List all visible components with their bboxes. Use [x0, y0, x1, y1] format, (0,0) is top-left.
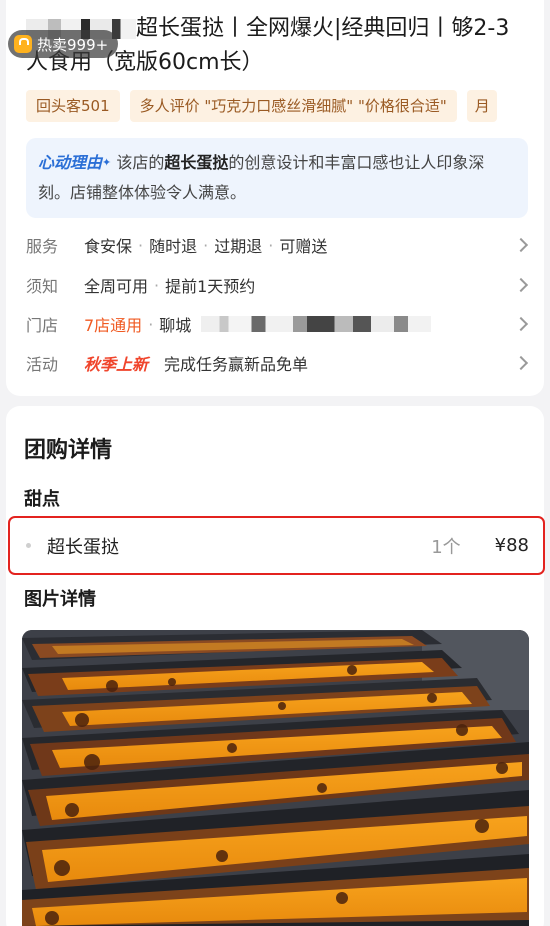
- chevron-right-icon: [513, 316, 529, 332]
- deal-item-row: 超长蛋挞 1个 ¥88: [8, 516, 545, 575]
- separator-dot: ·: [268, 235, 274, 255]
- shopping-bag-icon: [14, 35, 32, 53]
- tag-repeat-customers[interactable]: 回头客501: [26, 90, 120, 122]
- separator-dot: ·: [203, 235, 209, 255]
- category-title: 甜点: [24, 489, 60, 510]
- store-key: 门店: [26, 316, 59, 335]
- notice-row[interactable]: 须知 全周可用 · 提前1天预约: [26, 270, 530, 300]
- tag-list: 回头客501 多人评价 "巧克力口感丝滑细腻" "价格很合适" 月: [26, 90, 497, 122]
- chevron-right-icon: [513, 277, 529, 293]
- autumn-promo-badge: 秋季上新: [84, 355, 149, 374]
- reason-text-before: 该店的: [116, 153, 165, 172]
- service-row[interactable]: 服务 食安保 · 随时退 · 过期退 · 可赠送: [26, 230, 530, 260]
- notice-item: 全周可用: [84, 277, 149, 296]
- activity-key: 活动: [26, 355, 59, 374]
- notice-key: 须知: [26, 277, 59, 296]
- service-item: 食安保: [84, 237, 133, 256]
- service-item: 可赠送: [279, 237, 328, 256]
- reason-highlight: 超长蛋挞: [164, 153, 229, 172]
- notice-item: 提前1天预约: [165, 277, 256, 296]
- picture-detail-title: 图片详情: [24, 589, 96, 610]
- notice-values: 全周可用 · 提前1天预约: [84, 273, 516, 297]
- deal-detail-title: 团购详情: [24, 438, 113, 463]
- store-city: 聊城: [159, 316, 192, 335]
- egg-tart-illustration: [22, 630, 529, 926]
- chevron-right-icon: [513, 355, 529, 371]
- egg-tart-photo: [22, 630, 529, 926]
- chevron-right-icon: [513, 237, 529, 253]
- reason-label: 心动理由: [38, 153, 103, 172]
- redacted-address: [201, 316, 432, 332]
- tag-more[interactable]: 月: [466, 90, 497, 122]
- recommend-reason-box: 心动理由✦ 该店的超长蛋挞的创意设计和丰富口感也让人印象深刻。店铺整体体验令人满…: [26, 138, 528, 218]
- item-price: ¥88: [494, 535, 529, 556]
- store-values: 7店通用 · 聊城: [84, 312, 516, 336]
- tag-reviews[interactable]: 多人评价 "巧克力口感丝滑细腻" "价格很合适": [129, 90, 457, 122]
- bullet-dot: [26, 543, 31, 548]
- activity-row[interactable]: 活动 秋季上新 完成任务赢新品免单: [26, 348, 530, 378]
- store-count: 7店通用: [84, 316, 143, 335]
- store-row[interactable]: 门店 7店通用 · 聊城: [26, 309, 530, 339]
- service-item: 随时退: [149, 237, 198, 256]
- activity-text: 完成任务赢新品免单: [164, 355, 309, 374]
- separator-dot: ·: [138, 235, 144, 255]
- item-name: 超长蛋挞: [47, 536, 119, 558]
- service-item: 过期退: [214, 237, 263, 256]
- separator-dot: ·: [154, 275, 160, 295]
- sales-badge-label: 热卖999+: [37, 35, 109, 54]
- service-values: 食安保 · 随时退 · 过期退 · 可赠送: [84, 233, 516, 257]
- service-key: 服务: [26, 237, 59, 256]
- sparkle-icon: ✦: [102, 156, 112, 169]
- separator-dot: ·: [148, 314, 154, 334]
- item-quantity: 1个: [431, 536, 461, 558]
- hot-sales-badge: 热卖999+: [8, 30, 119, 58]
- activity-values: 秋季上新 完成任务赢新品免单: [84, 351, 516, 375]
